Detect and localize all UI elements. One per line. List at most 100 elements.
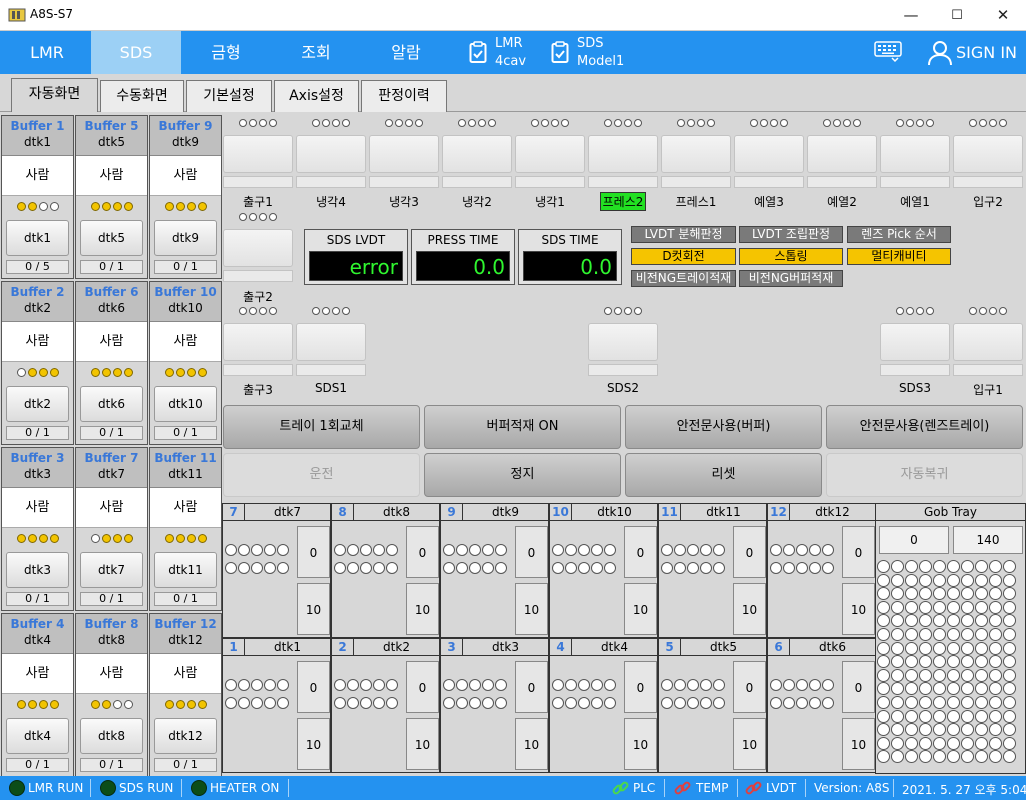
buffer-dtk-button[interactable]: dtk7: [80, 552, 143, 588]
tab-auto-screen[interactable]: 자동화면: [11, 78, 98, 112]
gob-slot-dot: [961, 655, 974, 669]
station-low-0[interactable]: [223, 307, 293, 376]
buffer-dtk-button[interactable]: dtk11: [154, 552, 217, 588]
dtk-slot-row: [552, 562, 617, 576]
tab-manual-screen[interactable]: 수동화면: [100, 80, 184, 112]
tab-axis-settings[interactable]: Axis설정: [274, 80, 359, 112]
dtk-slot-dot: [604, 562, 616, 574]
action-button[interactable]: 안전문사용(렌즈트레이): [826, 405, 1023, 449]
dtk-slot-row: [552, 679, 617, 693]
buffer-indicator-dot: [112, 534, 122, 543]
gob-slot-dot: [933, 655, 946, 669]
station-slot: [588, 135, 658, 173]
nav-query[interactable]: 조회: [271, 31, 361, 74]
station-top-3[interactable]: [442, 119, 512, 188]
station-top-10[interactable]: [953, 119, 1023, 188]
buffer-dtk-button[interactable]: dtk8: [80, 718, 143, 754]
station-indicator-dot: [906, 119, 914, 127]
nav-lmr[interactable]: LMR: [2, 31, 92, 74]
minimize-button[interactable]: —: [888, 0, 934, 31]
station-indicator-dot: [322, 119, 330, 127]
dtk-slot-dot: [591, 697, 603, 709]
dtk-slot-dot: [386, 697, 398, 709]
station-indicator-dot: [677, 119, 685, 127]
option-tag[interactable]: 비전NG버퍼적재: [739, 270, 843, 287]
station-top-9[interactable]: [880, 119, 950, 188]
dtk-slot-dot: [770, 544, 782, 556]
tab-basic-settings[interactable]: 기본설정: [186, 80, 272, 112]
action-button[interactable]: 버퍼적재 ON: [424, 405, 621, 449]
nav-alarm[interactable]: 알람: [361, 31, 451, 74]
buffer-indicator-dot: [123, 534, 133, 543]
station-indicators: [588, 307, 658, 319]
maximize-button[interactable]: ☐: [934, 0, 980, 31]
action-button[interactable]: 안전문사용(버퍼): [625, 405, 822, 449]
buffer-state: 사람: [2, 156, 73, 196]
buffer-name: Buffer 3: [10, 451, 65, 465]
close-button[interactable]: ✕: [980, 0, 1026, 31]
buffer-dtk-button[interactable]: dtk9: [154, 220, 217, 256]
option-tag[interactable]: D컷회전: [631, 248, 736, 265]
station-low-1[interactable]: [296, 307, 366, 376]
dtk-bottom-count: 10: [297, 718, 330, 770]
tab-judgment-history[interactable]: 판정이력: [361, 80, 447, 112]
sign-in-button[interactable]: SIGN IN: [928, 39, 1023, 67]
station-top-1[interactable]: [296, 119, 366, 188]
station-top-2[interactable]: [369, 119, 439, 188]
dtk-slot-dot: [443, 544, 455, 556]
gob-slot-dot: [905, 641, 918, 655]
option-tag[interactable]: 렌즈 Pick 순서: [847, 226, 951, 243]
station-indicator-dot: [332, 307, 340, 315]
buffer-dtk-button[interactable]: dtk5: [80, 220, 143, 256]
station-indicator-dot: [896, 307, 904, 315]
station-low-2[interactable]: [588, 307, 658, 376]
option-tag[interactable]: 멀티캐비티: [847, 248, 951, 265]
station-indicator-dot: [239, 213, 247, 221]
dtk-slot-dot: [661, 697, 673, 709]
station-indicators: [515, 119, 585, 131]
buffer-indicators: [150, 528, 221, 552]
station-low-3[interactable]: [880, 307, 950, 376]
dtk-cell-header: 8 dtk8: [332, 504, 439, 521]
keyboard-icon[interactable]: [874, 41, 902, 63]
dtk-cell: 1 dtk1 0 10: [222, 638, 331, 773]
station-top-6[interactable]: [661, 119, 731, 188]
control-button[interactable]: 정지: [424, 453, 621, 497]
option-tag[interactable]: LVDT 분해판정: [631, 226, 736, 243]
control-button[interactable]: 운전: [223, 453, 420, 497]
sds-info-line1: SDS: [577, 36, 604, 51]
action-button[interactable]: 트레이 1회교체: [223, 405, 420, 449]
buffer-indicator-dot: [186, 368, 196, 377]
buffer-dtk-button[interactable]: dtk2: [6, 386, 69, 422]
gob-slot-dot: [947, 641, 960, 655]
station-top-8[interactable]: [807, 119, 877, 188]
station-indicators: [880, 119, 950, 131]
nav-mold[interactable]: 금형: [181, 31, 271, 74]
control-button[interactable]: 자동복귀: [826, 453, 1023, 497]
station-mid-0[interactable]: [223, 213, 293, 282]
buffer-dtk-button[interactable]: dtk10: [154, 386, 217, 422]
station-top-0[interactable]: [223, 119, 293, 188]
option-tag[interactable]: 비전NG트레이적재: [631, 270, 736, 287]
dtk-slot-dot: [495, 679, 507, 691]
station-top-5[interactable]: [588, 119, 658, 188]
station-indicators: [296, 119, 366, 131]
station-top-7[interactable]: [734, 119, 804, 188]
buffer-dtk-button[interactable]: dtk12: [154, 718, 217, 754]
buffer-dtk-button[interactable]: dtk6: [80, 386, 143, 422]
nav-sds[interactable]: SDS: [91, 31, 181, 74]
buffer-dtk-button[interactable]: dtk1: [6, 220, 69, 256]
gob-slot-dot: [919, 682, 932, 696]
option-tag[interactable]: LVDT 조립판정: [739, 226, 843, 243]
station-low-4[interactable]: [953, 307, 1023, 376]
buffer-dtk-button[interactable]: dtk4: [6, 718, 69, 754]
buffer-dtk-button[interactable]: dtk3: [6, 552, 69, 588]
gob-slot-dot: [989, 641, 1002, 655]
station-top-4[interactable]: [515, 119, 585, 188]
buffer-count: 0 / 1: [80, 426, 143, 440]
dtk-slot-dot: [822, 697, 834, 709]
station-indicator-dot: [488, 119, 496, 127]
control-button[interactable]: 리셋: [625, 453, 822, 497]
option-tag[interactable]: 스톱링: [739, 248, 843, 265]
gob-slot-dot: [975, 560, 988, 573]
